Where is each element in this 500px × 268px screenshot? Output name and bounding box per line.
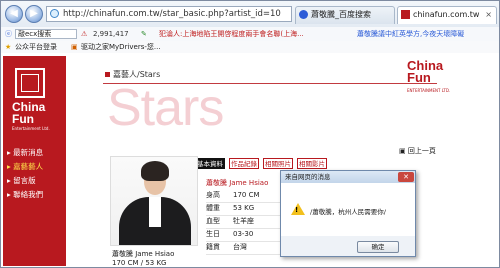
menu-label: 嘉藝藝人 — [13, 162, 44, 171]
corner-logo: China Fun — [407, 59, 443, 85]
info-value: 53 KG — [233, 204, 255, 212]
menu-label: 最新消息 — [13, 148, 44, 157]
dialog-message: /蕭敬騰，杭州人民需要你/ — [310, 208, 386, 216]
favorite-item-2-icon: ▣ — [71, 43, 78, 51]
artist-name: 蕭敬騰 Jame Hsiao — [206, 179, 269, 187]
ie-logo-icon: ⓔ — [5, 30, 12, 38]
ok-button[interactable]: 确定 — [357, 241, 399, 253]
tab-title: 蕭敬騰_百度搜索 — [311, 10, 371, 19]
tab-baidu[interactable]: 蕭敬騰_百度搜索 — [295, 6, 395, 24]
forward-button[interactable]: ▶ — [25, 5, 43, 23]
artist-photo — [110, 156, 198, 246]
favorites-star-icon[interactable]: ★ — [5, 41, 11, 53]
breadcrumb-text: 嘉藝人/Stars — [113, 70, 161, 79]
dialog-close-icon[interactable]: ✕ — [398, 172, 414, 182]
tab-photos[interactable]: 相關照片 — [263, 158, 293, 169]
tab-title: chinafun.com.tw — [413, 10, 480, 19]
tab-basic-info[interactable]: 基本資料 — [195, 158, 225, 169]
tab-videos[interactable]: 相關影片 — [297, 158, 327, 169]
info-key: 體重 — [206, 204, 220, 212]
photo-caption-stats: 170 CM / 53 KG — [112, 259, 167, 267]
info-value: 03-30 — [233, 230, 254, 238]
dialog-titlebar: 来自网页的消息 ✕ — [281, 171, 415, 183]
baidu-icon — [299, 10, 308, 19]
address-bar[interactable]: http://chinafun.com.tw/star_basic.php?ar… — [46, 6, 292, 22]
url-text: http://chinafun.com.tw/star_basic.php?ar… — [63, 9, 281, 19]
alert-dialog: 来自网页的消息 ✕ ! /蕭敬騰，杭州人民需要你/ 确定 — [280, 170, 416, 257]
dialog-title: 来自网页的消息 — [285, 173, 331, 181]
addon-icon[interactable]: ✎ — [141, 27, 147, 41]
header-divider — [103, 83, 437, 84]
page-icon — [50, 9, 59, 18]
info-key: 血型 — [206, 217, 220, 225]
news-ticker-2[interactable]: 蕭敬騰議中紅英學方,今夜天壞障礙 — [357, 27, 464, 41]
site-favicon-icon — [401, 10, 410, 19]
menu-item-guestbook[interactable]: ▸ 留言版 — [7, 174, 65, 188]
info-key: 生日 — [206, 230, 220, 238]
breadcrumb: 嘉藝人/Stars — [105, 69, 160, 80]
menu-label: 聯絡我們 — [13, 190, 44, 199]
toolbar-search-input[interactable]: 敲ecx搜索 — [15, 29, 77, 39]
info-value: 牡羊座 — [233, 217, 254, 225]
back-link-text: 回上一頁 — [407, 147, 436, 155]
toolbar-row: ⓔ 敲ecx搜索 ⚠ 2,991,417 ✎ 犯淪人:上海地陷王開啓程度兩手會名… — [1, 27, 499, 42]
photo-caption-name: 蕭敬騰 Jame Hsiao — [112, 250, 175, 258]
back-icon: ▣ — [399, 147, 406, 155]
corner-logo-fun: Fun — [407, 70, 431, 85]
menu-label: 留言版 — [13, 176, 36, 185]
logo-subtitle: Entertainment Ltd. — [12, 126, 50, 131]
visitor-counter: 2,991,417 — [93, 30, 129, 38]
menu-item-news[interactable]: ▸ 最新消息 — [7, 146, 65, 160]
logo-seal-icon — [15, 68, 45, 98]
menu-item-artists[interactable]: ▸ 嘉藝藝人 — [7, 160, 65, 174]
photo-hair — [141, 161, 169, 181]
back-link[interactable]: ▣ 回上一頁 — [399, 146, 436, 156]
back-button[interactable]: ◀ — [5, 5, 23, 23]
info-value: 台灣 — [233, 243, 247, 251]
breadcrumb-square-icon — [105, 72, 110, 77]
stars-watermark: Stars — [107, 79, 224, 137]
site-logo[interactable]: China Fun Entertainment Ltd. — [9, 66, 55, 131]
corner-logo-subtitle: ENTERTAINMENT LTD. — [407, 88, 451, 93]
alert-icon[interactable]: ⚠ — [81, 27, 87, 41]
web-page: China Fun Entertainment Ltd. ▸ 最新消息 ▸ 嘉藝… — [1, 53, 499, 267]
favorite-item-2[interactable]: 驱动之家MyDrivers-您... — [81, 41, 161, 53]
menu-item-contact[interactable]: ▸ 聯絡我們 — [7, 188, 65, 202]
tab-works[interactable]: 作品紀錄 — [229, 158, 259, 169]
favorite-item-1[interactable]: 公众平台登录 — [15, 41, 57, 53]
side-menu: ▸ 最新消息 ▸ 嘉藝藝人 ▸ 留言版 ▸ 聯絡我們 — [7, 146, 65, 202]
warning-mark: ! — [295, 206, 299, 214]
info-key: 籍貫 — [206, 243, 220, 251]
site-sidebar: China Fun Entertainment Ltd. ▸ 最新消息 ▸ 嘉藝… — [3, 56, 66, 266]
photo-shirt — [149, 197, 161, 227]
dialog-body: ! /蕭敬騰，杭州人民需要你/ — [281, 183, 415, 236]
info-value: 170 CM — [233, 191, 260, 199]
close-tab-icon[interactable]: × — [485, 7, 492, 23]
address-bar-row: ◀ ▶ http://chinafun.com.tw/star_basic.ph… — [1, 1, 499, 28]
logo-text-fun: Fun — [12, 112, 34, 126]
tab-chinafun[interactable]: chinafun.com.tw × — [397, 6, 497, 24]
info-key: 身高 — [206, 191, 220, 199]
news-ticker-1[interactable]: 犯淪人:上海地陷王開啓程度兩手會名聯(上海... — [159, 27, 304, 41]
